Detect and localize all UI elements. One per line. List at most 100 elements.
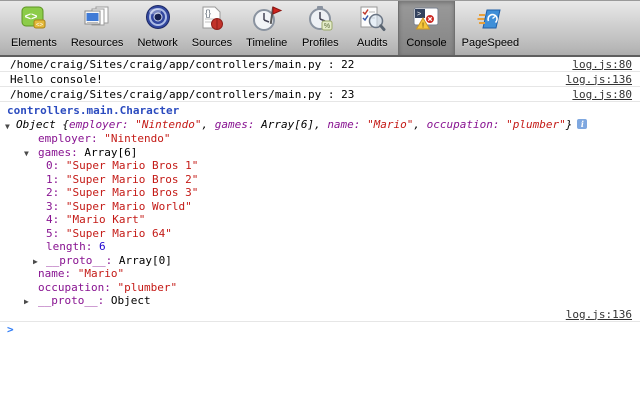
- property-name: 3:: [46, 200, 66, 213]
- property-name: length:: [46, 240, 99, 253]
- brace: {: [62, 118, 69, 131]
- tab-console[interactable]: > ! Console: [398, 1, 454, 55]
- tab-sources[interactable]: {} Sources: [185, 1, 239, 55]
- console-message-row: /home/craig/Sites/craig/app/controllers/…: [0, 87, 640, 102]
- svg-text:{}: {}: [205, 8, 211, 18]
- tab-resources-label: Resources: [71, 37, 124, 49]
- tab-profiles[interactable]: % Profiles: [294, 1, 346, 55]
- tab-resources[interactable]: Resources: [64, 1, 131, 55]
- property-value: "plumber": [117, 281, 177, 294]
- sources-icon: {}: [196, 4, 228, 36]
- timeline-icon: [251, 4, 283, 36]
- tab-network[interactable]: Network: [130, 1, 184, 55]
- console-icon: > !: [410, 4, 442, 36]
- tab-profiles-label: Profiles: [302, 37, 339, 49]
- property-value: "Nintendo": [135, 118, 201, 131]
- pagespeed-icon: [474, 4, 506, 36]
- svg-text:!: !: [422, 23, 424, 30]
- disclosure-triangle-collapsed-icon[interactable]: ▶: [33, 255, 38, 269]
- object-label: Object: [16, 118, 56, 131]
- property-value: "Mario": [78, 267, 124, 280]
- separator: ,: [201, 118, 214, 131]
- info-icon[interactable]: i: [577, 119, 587, 129]
- tree-row-length: length: 6: [0, 240, 640, 254]
- tab-elements-label: Elements: [11, 37, 57, 49]
- property-name: 5:: [46, 227, 66, 240]
- property-name: occupation:: [38, 281, 117, 294]
- tab-timeline-label: Timeline: [246, 37, 287, 49]
- svg-text:<>: <>: [36, 23, 44, 29]
- tab-timeline[interactable]: Timeline: [239, 1, 294, 55]
- console-prompt[interactable]: >: [0, 322, 640, 338]
- tab-audits[interactable]: Audits: [346, 1, 398, 55]
- property-value: 6: [99, 240, 106, 253]
- property-value: Array[6]: [261, 118, 314, 131]
- disclosure-triangle-collapsed-icon[interactable]: ▶: [24, 295, 29, 309]
- svg-text:>: >: [417, 11, 421, 18]
- log-text: /home/craig/Sites/craig/app/controllers/…: [10, 87, 354, 102]
- property-name: 2:: [46, 186, 66, 199]
- property-value: "Super Mario World": [66, 200, 192, 213]
- property-value: Array[6]: [84, 146, 137, 159]
- profiles-icon: %: [304, 4, 336, 36]
- object-class-name: controllers.main.Character: [0, 104, 640, 118]
- separator: ,: [413, 118, 426, 131]
- tree-row-3: 3: "Super Mario World": [0, 200, 640, 214]
- console-message-row: Hello console! log.js:136: [0, 72, 640, 87]
- console-object-message: controllers.main.Character ▼Object {empl…: [0, 102, 640, 322]
- console-output: /home/craig/Sites/craig/app/controllers/…: [0, 57, 640, 338]
- property-value: Object: [111, 294, 151, 307]
- object-property-tree: employer: "Nintendo"▼games: Array[6]0: "…: [0, 132, 640, 308]
- property-value: "Mario Kart": [66, 213, 145, 226]
- property-name: employer:: [38, 132, 104, 145]
- property-name: 4:: [46, 213, 66, 226]
- property-value: "Super Mario Bros 3": [66, 186, 198, 199]
- tree-row-__proto__[interactable]: ▶__proto__: Array[0]: [0, 254, 640, 268]
- object-link-line: log.js:136: [0, 308, 640, 321]
- tab-console-label: Console: [406, 37, 446, 49]
- property-name: name:: [327, 118, 367, 131]
- property-name: name:: [38, 267, 78, 280]
- tab-pagespeed-label: PageSpeed: [462, 37, 520, 49]
- tree-row-employer: employer: "Nintendo": [0, 132, 640, 146]
- property-value: "Nintendo": [104, 132, 170, 145]
- svg-text:%: %: [324, 23, 330, 30]
- brace: }: [566, 118, 573, 131]
- tab-audits-label: Audits: [357, 37, 388, 49]
- property-name: games:: [215, 118, 261, 131]
- property-value: "Super Mario 64": [66, 227, 172, 240]
- disclosure-triangle-expanded-icon[interactable]: ▼: [24, 147, 29, 161]
- property-name: employer:: [69, 118, 135, 131]
- separator: ,: [314, 118, 327, 131]
- property-name: 1:: [46, 173, 66, 186]
- tree-row-2: 2: "Super Mario Bros 3": [0, 186, 640, 200]
- tab-elements[interactable]: <> <> Elements: [4, 1, 64, 55]
- property-value: "Mario": [367, 118, 413, 131]
- tree-row-name: name: "Mario": [0, 267, 640, 281]
- property-name: games:: [38, 146, 84, 159]
- tree-row-games[interactable]: ▼ games: Array[6]: [0, 146, 640, 160]
- property-value: Array[0]: [119, 254, 172, 267]
- elements-icon: <> <>: [18, 4, 50, 36]
- source-link[interactable]: log.js:136: [566, 72, 632, 87]
- source-link[interactable]: log.js:136: [566, 308, 632, 321]
- tree-row-4: 4: "Mario Kart": [0, 213, 640, 227]
- tree-row-0: 0: "Super Mario Bros 1": [0, 159, 640, 173]
- object-preview-pairs: {employer: "Nintendo", games: Array[6], …: [62, 118, 572, 131]
- tab-pagespeed[interactable]: PageSpeed: [455, 1, 527, 55]
- source-link[interactable]: log.js:80: [572, 87, 632, 102]
- log-text: Hello console!: [10, 72, 103, 87]
- tree-row-occupation: occupation: "plumber": [0, 281, 640, 295]
- audits-icon: [356, 4, 388, 36]
- tree-row-__proto__[interactable]: ▶ __proto__: Object: [0, 294, 640, 308]
- property-value: "Super Mario Bros 1": [66, 159, 198, 172]
- log-text: /home/craig/Sites/craig/app/controllers/…: [10, 57, 354, 72]
- tree-row-1: 1: "Super Mario Bros 2": [0, 173, 640, 187]
- tab-sources-label: Sources: [192, 37, 232, 49]
- tree-row-5: 5: "Super Mario 64": [0, 227, 640, 241]
- source-link[interactable]: log.js:80: [572, 57, 632, 72]
- tab-network-label: Network: [137, 37, 177, 49]
- property-name: __proto__:: [38, 294, 111, 307]
- object-preview-line[interactable]: ▼Object {employer: "Nintendo", games: Ar…: [0, 118, 640, 132]
- property-value: "plumber": [506, 118, 566, 131]
